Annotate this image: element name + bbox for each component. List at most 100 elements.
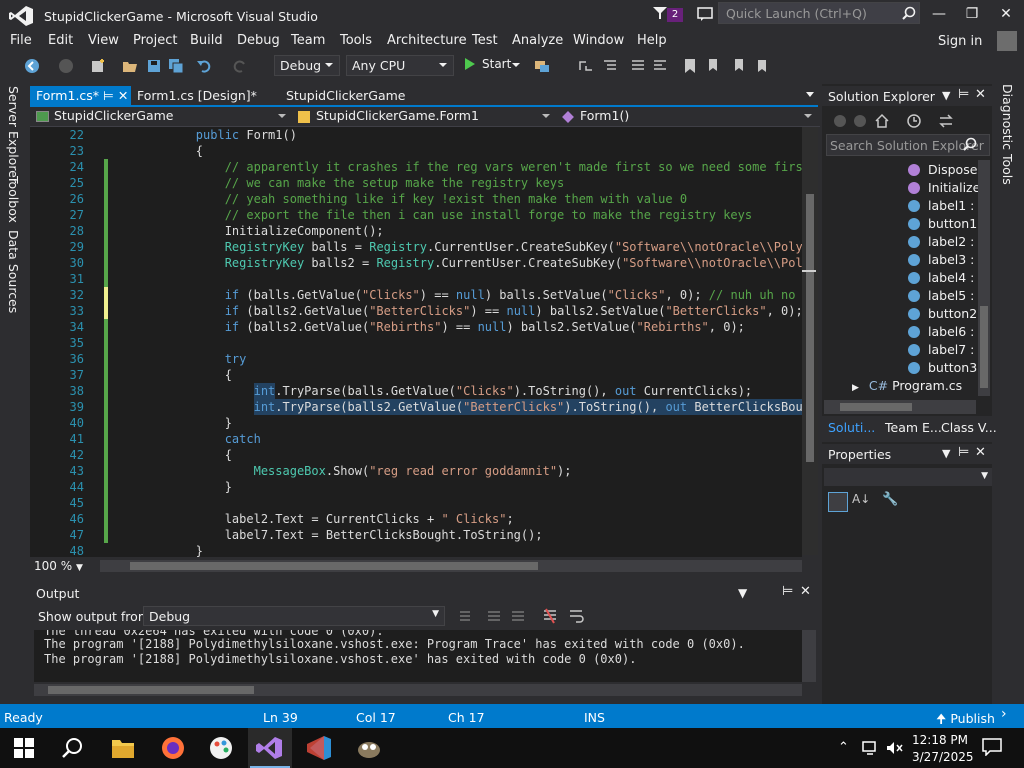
network-icon[interactable] xyxy=(862,740,880,756)
code-line[interactable]: 25 // we can make the setup make the reg… xyxy=(30,175,802,191)
start-dropdown-chevron-icon[interactable] xyxy=(512,63,520,67)
pin-icon[interactable]: ⊨ xyxy=(103,88,114,103)
save-icon[interactable] xyxy=(146,58,162,74)
pin-icon[interactable]: ⊨ xyxy=(958,87,969,102)
history-icon[interactable] xyxy=(906,113,922,129)
quick-launch-input[interactable]: Quick Launch (Ctrl+Q) xyxy=(718,2,920,24)
prev-bookmark-icon[interactable] xyxy=(706,58,722,74)
tab-overflow-chevron-icon[interactable] xyxy=(806,92,814,97)
property-pages-icon[interactable]: 🔧 xyxy=(882,492,898,507)
tree-item[interactable]: label3 : L xyxy=(908,252,985,270)
menu-window[interactable]: Window xyxy=(573,33,624,48)
navigate-forward-icon[interactable] xyxy=(58,58,74,74)
tab-form1-cs[interactable]: Form1.cs* ⊨ ✕ xyxy=(30,86,131,106)
expand-chevron-icon[interactable]: ▶ xyxy=(852,383,859,393)
data-sources-tab[interactable]: Data Sources xyxy=(6,230,21,313)
navigate-back-icon[interactable] xyxy=(24,58,40,74)
clear-all-icon[interactable] xyxy=(542,608,558,624)
code-line[interactable]: 27 // export the file then i can use ins… xyxy=(30,207,802,223)
categorized-icon[interactable] xyxy=(828,492,848,512)
close-icon[interactable]: ✕ xyxy=(975,445,986,460)
output-vertical-scrollbar[interactable] xyxy=(802,630,816,682)
menu-debug[interactable]: Debug xyxy=(237,33,280,48)
visual-studio-icon[interactable] xyxy=(252,732,286,764)
start-debugging-button[interactable]: Start xyxy=(482,57,511,71)
tree-item[interactable]: button1 : xyxy=(908,216,985,234)
feedback-icon[interactable] xyxy=(697,6,713,22)
menu-test[interactable]: Test xyxy=(472,33,498,48)
menu-view[interactable]: View xyxy=(88,33,119,48)
solution-configuration-dropdown[interactable]: Debug xyxy=(274,55,340,76)
forward-icon[interactable] xyxy=(852,113,868,129)
tree-item-program-cs[interactable]: ▶ C# Program.cs xyxy=(852,378,962,396)
open-folder-icon[interactable] xyxy=(122,58,138,74)
type-dropdown[interactable]: StupidClickerGame.Form1 xyxy=(294,108,554,126)
panel-menu-chevron-icon[interactable]: ▼ xyxy=(942,89,950,102)
menu-team[interactable]: Team xyxy=(291,33,325,48)
alphabetical-icon[interactable]: A↓ xyxy=(852,492,870,506)
tree-item[interactable]: button2 : xyxy=(908,306,985,324)
code-line[interactable]: 47 label7.Text = BetterClicksBought.ToSt… xyxy=(30,527,802,543)
taskbar-clock-date[interactable]: 3/27/2025 xyxy=(912,750,974,764)
menu-project[interactable]: Project xyxy=(133,33,177,48)
close-icon[interactable]: ✕ xyxy=(992,4,1020,24)
start-play-icon[interactable] xyxy=(465,58,475,70)
menu-analyze[interactable]: Analyze xyxy=(512,33,563,48)
tree-item[interactable]: button3 : xyxy=(908,360,985,378)
tree-item[interactable]: label4 : L xyxy=(908,270,985,288)
search-icon[interactable] xyxy=(902,6,916,20)
solution-explorer-horizontal-scroll-thumb[interactable] xyxy=(840,403,912,411)
code-line[interactable]: 30 RegistryKey balls2 = Registry.Current… xyxy=(30,255,802,271)
pin-icon[interactable]: ⊨ xyxy=(958,445,969,460)
uncomment-lines-icon[interactable] xyxy=(652,58,668,74)
menu-build[interactable]: Build xyxy=(190,33,223,48)
code-line[interactable]: 31 xyxy=(30,271,802,287)
editor-vertical-scroll-thumb[interactable] xyxy=(806,194,814,462)
menu-edit[interactable]: Edit xyxy=(48,33,73,48)
toolbox-tab[interactable]: Toolbox xyxy=(6,176,21,223)
code-line[interactable]: 37 { xyxy=(30,367,802,383)
undo-icon[interactable] xyxy=(196,58,212,74)
windows-start-icon[interactable] xyxy=(14,738,34,758)
tree-item[interactable]: label5 : L xyxy=(908,288,985,306)
solution-explorer-vertical-scroll-thumb[interactable] xyxy=(980,306,988,388)
gimp-icon[interactable] xyxy=(352,732,386,764)
close-icon[interactable]: ✕ xyxy=(118,88,128,103)
tab-form1-design[interactable]: Form1.cs [Design]* xyxy=(131,86,263,106)
zoom-level-dropdown[interactable]: 100 % ▼ xyxy=(34,559,94,575)
output-horizontal-scroll-thumb[interactable] xyxy=(48,686,254,694)
code-line[interactable]: 23 { xyxy=(30,143,802,159)
tab-team-explorer[interactable]: Team E... xyxy=(885,420,942,435)
tree-item[interactable]: InitializeC xyxy=(908,180,989,198)
code-line[interactable]: 34 if (balls2.GetValue("Rebirths") == nu… xyxy=(30,319,802,335)
paint-icon[interactable] xyxy=(204,732,238,764)
project-dropdown[interactable]: StupidClickerGame xyxy=(32,108,290,126)
bookmark-icon[interactable] xyxy=(682,58,698,74)
redo-icon[interactable] xyxy=(232,58,248,74)
code-line[interactable]: 38 int.TryParse(balls.GetValue("Clicks")… xyxy=(30,383,802,399)
code-line[interactable]: 32 if (balls.GetValue("Clicks") == null)… xyxy=(30,287,802,303)
menu-tools[interactable]: Tools xyxy=(340,33,372,48)
browser-link-icon[interactable] xyxy=(534,58,550,74)
account-icon[interactable] xyxy=(997,31,1017,51)
tree-item[interactable]: label7 : L xyxy=(908,342,985,360)
pin-icon[interactable]: ⊨ xyxy=(782,584,793,599)
code-line[interactable]: 48 } xyxy=(30,543,802,557)
code-line[interactable]: 28 InitializeComponent(); xyxy=(30,223,802,239)
format-icon[interactable] xyxy=(602,58,618,74)
close-icon[interactable]: ✕ xyxy=(800,584,811,599)
volume-muted-icon[interactable] xyxy=(886,740,904,756)
diagnostic-tools-tab[interactable]: Diagnostic Tools xyxy=(1000,84,1015,185)
toggle-word-wrap-icon[interactable] xyxy=(568,608,584,624)
properties-object-dropdown[interactable]: ▼ xyxy=(824,468,992,486)
code-line[interactable]: 36 try xyxy=(30,351,802,367)
code-line[interactable]: 26 // yeah something like if key !exist … xyxy=(30,191,802,207)
save-all-icon[interactable] xyxy=(168,58,184,74)
sync-icon[interactable] xyxy=(938,113,954,129)
code-line[interactable]: 39 int.TryParse(balls2.GetValue("BetterC… xyxy=(30,399,802,415)
editor-horizontal-scroll-thumb[interactable] xyxy=(130,562,538,570)
sign-in-link[interactable]: Sign in xyxy=(938,34,982,49)
firefox-icon[interactable] xyxy=(156,732,190,764)
code-line[interactable]: 42 { xyxy=(30,447,802,463)
code-line[interactable]: 40 } xyxy=(30,415,802,431)
